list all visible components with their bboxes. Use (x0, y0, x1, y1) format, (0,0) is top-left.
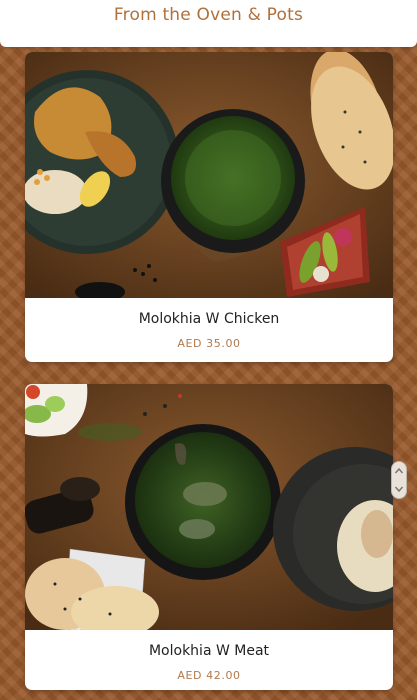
menu-item-price: AED 42.00 (177, 669, 241, 682)
menu-item-card[interactable]: Molokhia W Meat AED 42.00 (25, 384, 393, 690)
category-header: From the Oven & Pots (0, 0, 417, 47)
menu-item-card[interactable]: Molokhia W Chicken AED 35.00 (25, 52, 393, 362)
category-title: From the Oven & Pots (113, 5, 304, 25)
scroll-handle[interactable] (391, 461, 407, 499)
menu-item-name: Molokhia W Chicken (138, 311, 280, 327)
menu-item-price: AED 35.00 (177, 337, 241, 350)
molokhia-meat-photo (25, 384, 393, 630)
menu-item-name: Molokhia W Meat (148, 643, 270, 659)
scroll-handle-icon (394, 467, 404, 493)
molokhia-chicken-photo (25, 52, 393, 298)
